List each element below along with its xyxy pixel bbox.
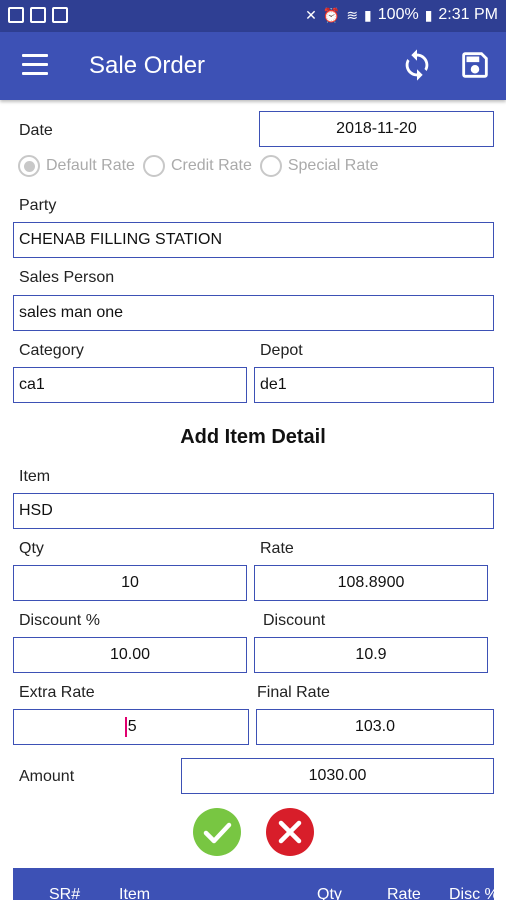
amount-field[interactable]: 1030.00 <box>181 758 494 794</box>
date-label: Date <box>19 122 53 139</box>
close-icon <box>278 820 302 844</box>
column-header-item: Item <box>119 886 151 900</box>
refresh-icon[interactable] <box>400 48 434 82</box>
party-field[interactable]: CHENAB FILLING STATION <box>13 222 494 258</box>
cancel-button[interactable] <box>266 808 314 856</box>
radio-credit-rate[interactable]: Credit Rate <box>142 155 252 177</box>
rate-field[interactable]: 108.8900 <box>254 565 488 601</box>
text-cursor <box>125 717 127 737</box>
checkmark-icon <box>203 822 232 844</box>
date-field[interactable]: 2018-11-20 <box>259 111 494 147</box>
section-title: Add Item Detail <box>180 426 326 448</box>
qty-label: Qty <box>19 540 44 557</box>
extra-rate-value: 5 <box>127 718 137 735</box>
amount-label: Amount <box>19 768 75 785</box>
hd-icon <box>30 7 46 23</box>
alarm-icon: ⏰ <box>322 6 341 23</box>
status-bar: ✕ ⏰ ≋ ▮ 100% ▮ 2:31 PM <box>0 0 506 32</box>
system-status: ✕ ⏰ ≋ ▮ 100% ▮ 2:31 PM <box>305 6 498 24</box>
column-header-qty: Qty <box>317 886 342 900</box>
discount-field[interactable]: 10.9 <box>254 637 488 673</box>
page-title: Sale Order <box>89 52 206 79</box>
radio-label: Default Rate <box>46 157 135 174</box>
column-header-rate: Rate <box>387 886 421 900</box>
image-icon <box>8 7 24 23</box>
facebook-icon <box>52 7 68 23</box>
category-label: Category <box>19 342 84 359</box>
discount-label: Discount <box>263 612 326 629</box>
discount-percent-field[interactable]: 10.00 <box>13 637 247 673</box>
extra-rate-label: Extra Rate <box>19 684 95 701</box>
final-rate-label: Final Rate <box>257 684 330 701</box>
mute-icon: ✕ <box>305 6 317 23</box>
signal-icon: ▮ <box>364 6 372 23</box>
notification-icons <box>8 7 68 23</box>
app-bar: Sale Order <box>0 32 506 100</box>
depot-label: Depot <box>260 342 303 359</box>
radio-label: Credit Rate <box>170 157 252 174</box>
items-table-header: SR# Item Qty Rate Disc % <box>13 868 494 900</box>
radio-default-rate[interactable]: Default Rate <box>18 155 135 177</box>
qty-field[interactable]: 10 <box>13 565 247 601</box>
column-header-sr: SR# <box>49 886 81 900</box>
rate-type-radio-group: Default Rate Credit Rate Special Rate <box>18 155 387 177</box>
clock: 2:31 PM <box>438 6 498 23</box>
sales-person-label: Sales Person <box>19 269 115 286</box>
confirm-button[interactable] <box>193 808 241 856</box>
rate-label: Rate <box>260 540 294 557</box>
battery-icon: ▮ <box>424 6 433 23</box>
radio-unchecked-icon <box>142 155 165 177</box>
column-header-disc: Disc % <box>449 886 494 900</box>
discount-percent-label: Discount % <box>19 612 100 629</box>
radio-checked-icon <box>18 155 40 177</box>
item-field[interactable]: HSD <box>13 493 494 529</box>
sales-person-field[interactable]: sales man one <box>13 295 494 331</box>
final-rate-field[interactable]: 103.0 <box>256 709 494 745</box>
save-icon[interactable] <box>458 48 492 82</box>
battery-percent: 100% <box>377 6 419 23</box>
extra-rate-field[interactable]: 5 <box>13 709 249 745</box>
party-label: Party <box>19 197 57 214</box>
item-label: Item <box>19 468 51 485</box>
radio-special-rate[interactable]: Special Rate <box>259 155 379 177</box>
radio-label: Special Rate <box>287 157 379 174</box>
hamburger-menu-icon[interactable] <box>22 54 48 76</box>
wifi-icon: ≋ <box>346 6 359 23</box>
radio-unchecked-icon <box>259 155 282 177</box>
depot-field[interactable]: de1 <box>254 367 494 403</box>
category-field[interactable]: ca1 <box>13 367 247 403</box>
